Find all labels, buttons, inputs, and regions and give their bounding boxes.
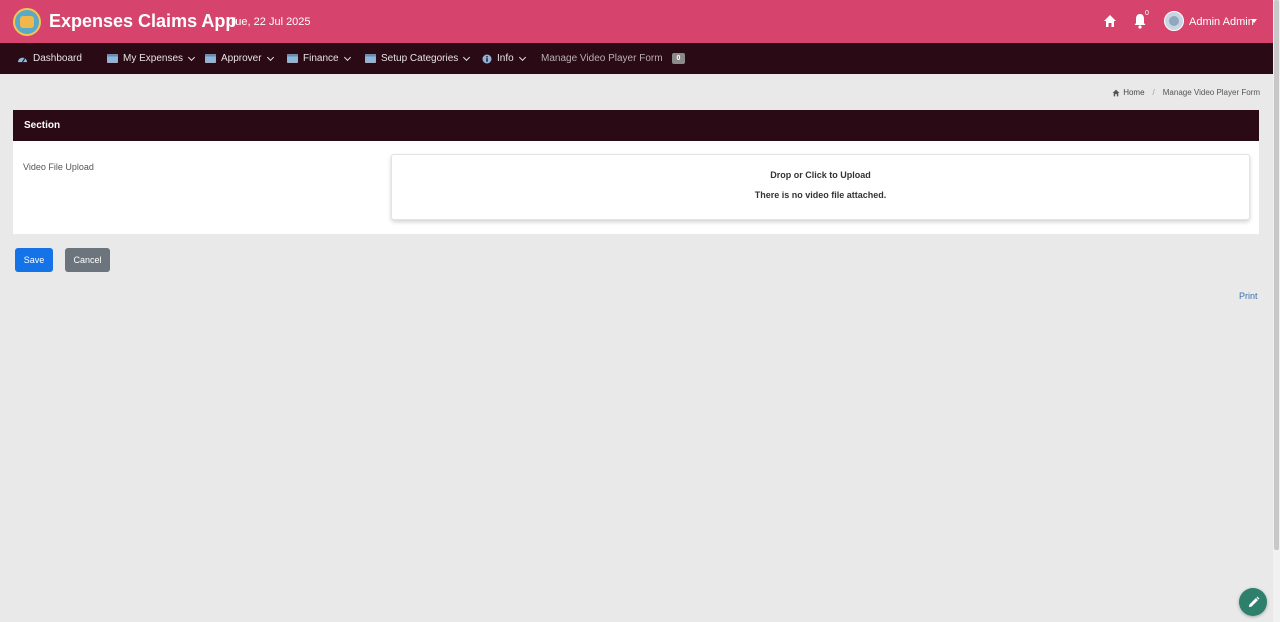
info-icon: [482, 54, 492, 63]
chevron-down-icon: [343, 53, 351, 61]
nav-manage-video-label: Manage Video Player Form: [541, 53, 663, 64]
chevron-down-icon: [266, 53, 274, 61]
home-icon[interactable]: [1103, 14, 1117, 28]
nav-setup-categories-label: Setup Categories: [381, 53, 459, 64]
notification-count: 0: [1145, 10, 1149, 17]
dropzone-status: There is no video file attached.: [754, 190, 887, 200]
nav-manage-video-badge: 0: [671, 53, 686, 64]
user-menu[interactable]: Admin Admin: [1189, 16, 1254, 28]
nav-dashboard-label: Dashboard: [33, 53, 82, 64]
pencil-icon: [1248, 596, 1259, 607]
main-nav: Dashboard My Expenses Approver Finance S…: [0, 43, 1273, 74]
chevron-down-icon: [463, 53, 471, 61]
user-menu-caret-icon[interactable]: [1251, 19, 1257, 23]
chevron-down-icon: [518, 53, 526, 61]
breadcrumb-home[interactable]: Home: [1112, 88, 1145, 97]
nav-manage-video[interactable]: Manage Video Player Form 0: [541, 43, 686, 74]
video-upload-dropzone[interactable]: Drop or Click to Upload There is no vide…: [391, 154, 1250, 220]
calendar-icon: [365, 54, 376, 63]
edit-fab-button[interactable]: [1239, 588, 1267, 616]
app-logo[interactable]: [13, 8, 41, 36]
cancel-button[interactable]: Cancel: [65, 248, 110, 272]
section-header: Section: [13, 110, 1259, 141]
breadcrumb-current: Manage Video Player Form: [1162, 88, 1260, 97]
breadcrumb-home-label: Home: [1123, 88, 1145, 97]
video-file-upload-label: Video File Upload: [23, 162, 94, 172]
print-link[interactable]: Print: [1239, 291, 1258, 301]
nav-dashboard[interactable]: Dashboard: [17, 43, 82, 74]
calendar-icon: [287, 54, 298, 63]
calendar-icon: [107, 54, 118, 63]
nav-finance[interactable]: Finance: [287, 43, 351, 74]
page-scrollbar-thumb[interactable]: [1274, 0, 1279, 550]
nav-setup-categories[interactable]: Setup Categories: [365, 43, 471, 74]
dashboard-icon: [18, 57, 27, 63]
top-header: Expenses Claims App Tue, 22 Jul 2025 0 A…: [0, 0, 1273, 43]
chevron-down-icon: [187, 53, 196, 61]
breadcrumb-separator: /: [1152, 88, 1155, 97]
nav-my-expenses[interactable]: My Expenses: [107, 43, 196, 74]
current-date: Tue, 22 Jul 2025: [229, 16, 311, 28]
nav-info-label: Info: [497, 53, 514, 64]
breadcrumb: Home / Manage Video Player Form: [1112, 88, 1260, 97]
section-card: Section Video File Upload Drop or Click …: [13, 110, 1259, 234]
home-icon: [1112, 89, 1120, 96]
nav-finance-label: Finance: [303, 53, 339, 64]
save-button[interactable]: Save: [15, 248, 53, 272]
dropzone-title: Drop or Click to Upload: [770, 170, 871, 180]
nav-my-expenses-label: My Expenses: [123, 53, 184, 64]
user-avatar[interactable]: [1164, 11, 1184, 31]
nav-approver[interactable]: Approver: [205, 43, 274, 74]
nav-approver-label: Approver: [221, 53, 262, 64]
nav-info[interactable]: Info: [482, 43, 526, 74]
calendar-icon: [205, 54, 216, 63]
app-title[interactable]: Expenses Claims App: [49, 11, 236, 32]
